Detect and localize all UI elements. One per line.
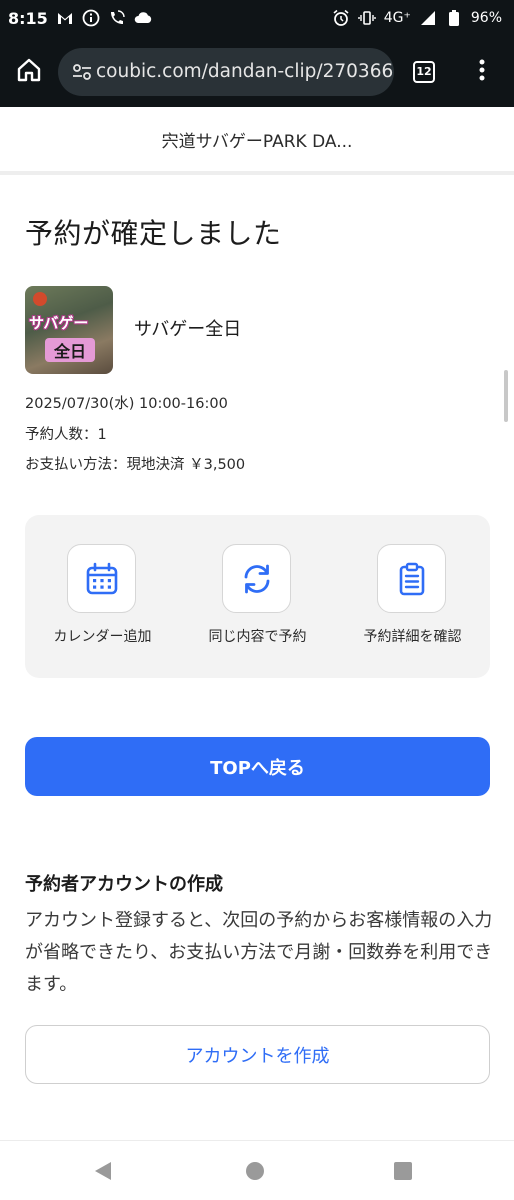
page-title: 予約が確定しました <box>25 217 282 250</box>
menu-thumbnail: サバゲー 全日 <box>25 286 113 374</box>
rebook-same-button[interactable]: 同じ内容で予約 <box>180 515 335 678</box>
create-account-button[interactable]: アカウントを作成 <box>25 1025 490 1084</box>
signal-icon <box>419 9 437 27</box>
action-label: カレンダー追加 <box>53 629 152 645</box>
shop-title[interactable]: 宍道サバゲーPARK DA... <box>162 127 353 152</box>
home-icon <box>16 57 42 87</box>
battery-percent: 96% <box>470 10 502 26</box>
status-time: 8:15 <box>8 8 48 28</box>
recents-icon[interactable] <box>394 1162 412 1180</box>
back-to-top-button[interactable]: TOPへ戻る <box>25 737 490 796</box>
payment-method: お支払い方法：現地決済 ￥3,500 <box>25 457 246 473</box>
more-vert-icon <box>479 59 485 85</box>
vibrate-icon <box>358 9 376 27</box>
home-button[interactable] <box>0 36 58 107</box>
scrollbar[interactable] <box>504 370 508 422</box>
network-type: 4G⁺ <box>383 10 411 26</box>
page-header: 宍道サバゲーPARK DA... <box>0 107 514 175</box>
url-text[interactable]: coubic.com/dandan-clip/270366 <box>96 61 393 82</box>
clipboard-icon <box>377 544 446 613</box>
address-bar[interactable]: coubic.com/dandan-clip/270366 <box>58 47 394 96</box>
sync-icon <box>222 544 291 613</box>
wifi-calling-icon <box>108 9 126 27</box>
tab-switcher-button[interactable]: 12 <box>394 36 454 107</box>
battery-icon <box>445 9 463 27</box>
action-label: 同じ内容で予約 <box>208 629 307 645</box>
site-settings-icon[interactable] <box>68 63 96 81</box>
reservation-people: 予約人数：1 <box>25 427 107 443</box>
status-bar: 8:15 4G⁺ 96% <box>0 0 514 36</box>
menu-name: サバゲー全日 <box>134 319 242 340</box>
logo-mark-icon <box>33 292 47 306</box>
gmail-icon <box>56 9 74 27</box>
overflow-menu-button[interactable] <box>462 36 502 107</box>
reservation-datetime: 2025/07/30(水) 10:00-16:00 <box>25 396 228 412</box>
browser-toolbar: coubic.com/dandan-clip/270366 12 <box>0 36 514 107</box>
cloud-icon <box>134 9 152 27</box>
system-nav-bar <box>0 1140 514 1200</box>
home-circle-icon[interactable] <box>246 1162 264 1180</box>
back-icon[interactable] <box>95 1162 111 1180</box>
action-panel: カレンダー追加 同じ内容で予約 予約詳細を確認 <box>25 515 490 678</box>
view-details-button[interactable]: 予約詳細を確認 <box>335 515 490 678</box>
info-icon <box>82 9 100 27</box>
calendar-icon <box>67 544 136 613</box>
account-section-title: 予約者アカウントの作成 <box>25 874 223 895</box>
account-section-description: アカウント登録すると、次回の予約からお客様情報の入力が省略できたり、お支払い方法… <box>25 910 493 995</box>
tab-count: 12 <box>413 60 435 83</box>
thumbnail-badge: 全日 <box>45 338 95 362</box>
alarm-icon <box>332 9 350 27</box>
add-to-calendar-button[interactable]: カレンダー追加 <box>25 515 180 678</box>
action-label: 予約詳細を確認 <box>363 629 462 645</box>
thumbnail-caption: サバゲー <box>29 314 89 332</box>
